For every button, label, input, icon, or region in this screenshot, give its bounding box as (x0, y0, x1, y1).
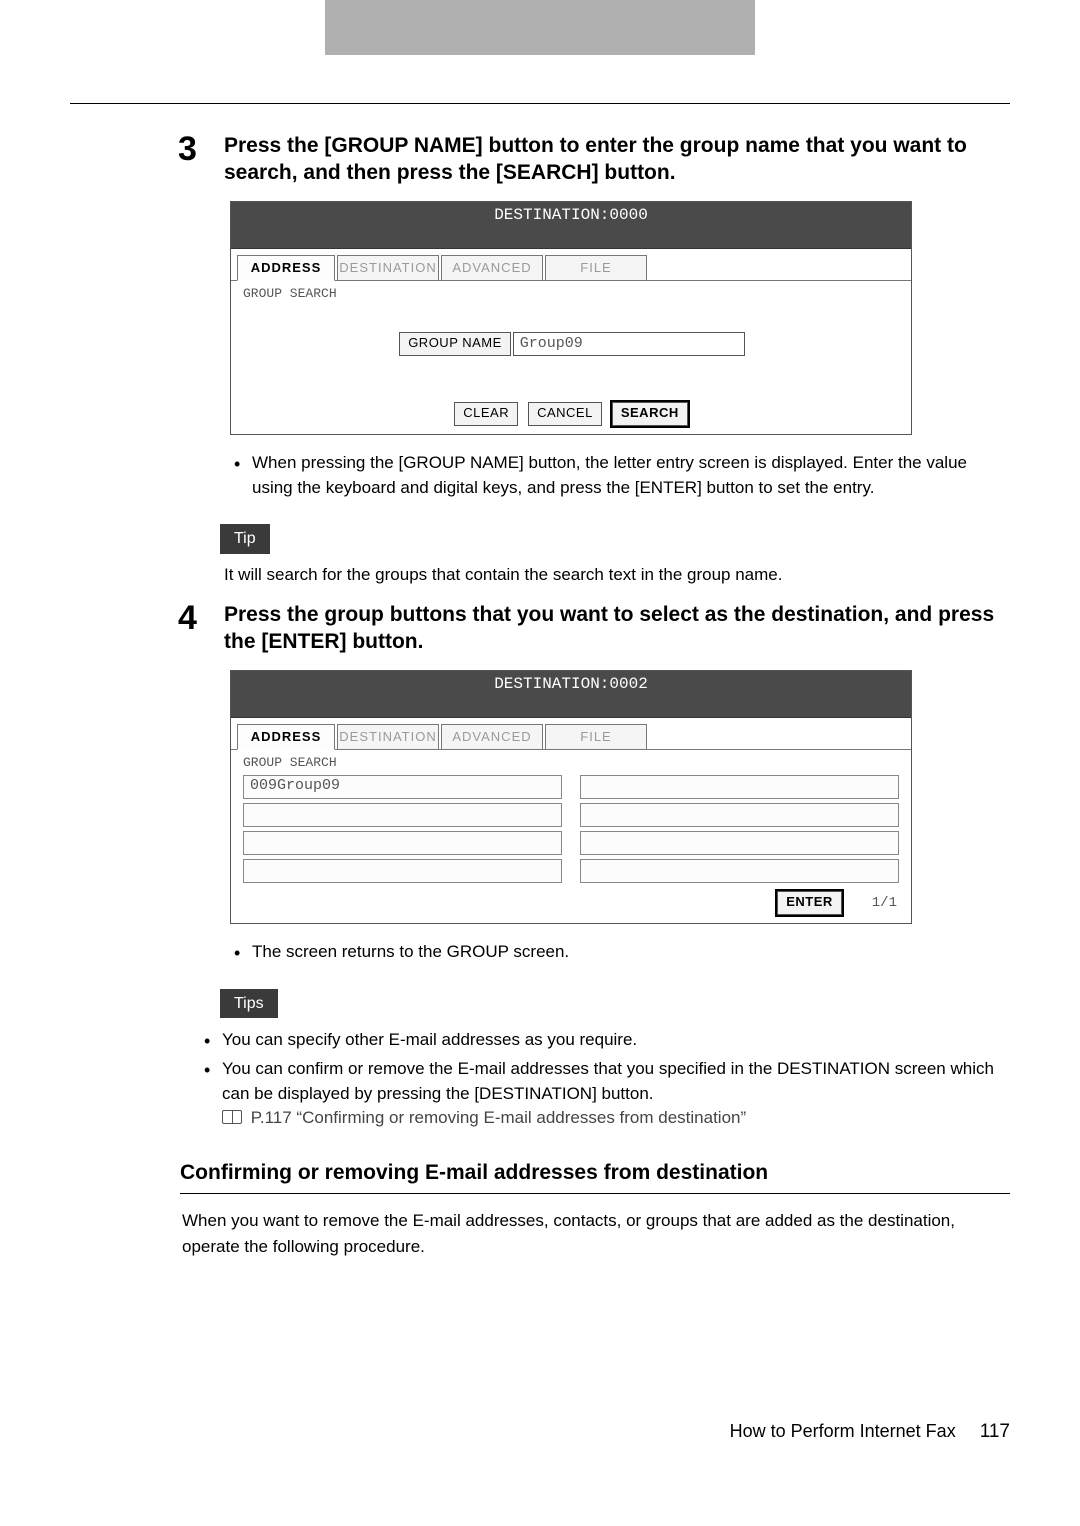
screenshot-panel-2: DESTINATION:0002 ADDRESS DESTINATION ADV… (230, 670, 912, 925)
step4-bullet-1: The screen returns to the GROUP screen. (230, 940, 1010, 965)
tab-row: ADDRESS DESTINATION ADVANCED FILE (231, 720, 911, 750)
result-cell[interactable] (243, 831, 562, 855)
tips-list: You can specify other E-mail addresses a… (200, 1028, 1010, 1131)
top-rule (70, 103, 1010, 104)
group-search-label: GROUP SEARCH (243, 754, 911, 772)
tab-address[interactable]: ADDRESS (237, 724, 335, 750)
page: 3 Press the [GROUP NAME] button to enter… (0, 0, 1080, 1505)
step-3: 3 Press the [GROUP NAME] button to enter… (178, 132, 1010, 187)
result-cell[interactable] (243, 803, 562, 827)
panel-title-pad (231, 697, 911, 718)
clear-button[interactable]: CLEAR (454, 402, 518, 426)
step-4: 4 Press the group buttons that you want … (178, 601, 1010, 656)
group-name-field[interactable]: Group09 (513, 332, 745, 356)
tab-destination[interactable]: DESTINATION (337, 724, 439, 750)
result-cell[interactable] (580, 831, 899, 855)
result-cell[interactable] (243, 859, 562, 883)
tip-badge: Tip (220, 524, 270, 554)
step3-bullet-1: When pressing the [GROUP NAME] button, t… (230, 451, 1010, 500)
group-name-button[interactable]: GROUP NAME (399, 332, 511, 356)
result-cell[interactable] (580, 775, 899, 799)
step4-bullets: The screen returns to the GROUP screen. (230, 940, 1010, 965)
group-name-row: GROUP NAME Group09 (231, 332, 911, 356)
header-grey-bar (325, 0, 755, 55)
panel-title-pad (231, 228, 911, 249)
result-grid: 009Group09 (243, 775, 899, 883)
enter-button[interactable]: ENTER (777, 891, 842, 915)
page-footer: How to Perform Internet Fax 117 (70, 1419, 1010, 1445)
enter-row: ENTER 1/1 (231, 885, 911, 923)
cancel-button[interactable]: CANCEL (528, 402, 602, 426)
tip-text: It will search for the groups that conta… (224, 564, 1010, 587)
tips-item-1: You can specify other E-mail addresses a… (200, 1028, 1010, 1053)
screenshot-panel-1: DESTINATION:0000 ADDRESS DESTINATION ADV… (230, 201, 912, 436)
result-cell[interactable] (580, 803, 899, 827)
search-button[interactable]: SEARCH (612, 402, 688, 426)
panel-title: DESTINATION:0000 (231, 202, 911, 228)
step-number: 3 (178, 132, 224, 187)
tab-file[interactable]: FILE (545, 724, 647, 750)
footer-label: How to Perform Internet Fax (730, 1419, 956, 1443)
step-heading: Press the group buttons that you want to… (224, 601, 1010, 656)
tab-address[interactable]: ADDRESS (237, 255, 335, 281)
section-title: Confirming or removing E-mail addresses … (180, 1159, 1010, 1187)
panel-title: DESTINATION:0002 (231, 671, 911, 697)
book-reference: P.117 “Confirming or removing E-mail add… (222, 1108, 746, 1127)
step-number: 4 (178, 601, 224, 656)
tips-item-2-text: You can confirm or remove the E-mail add… (222, 1059, 994, 1103)
tab-destination[interactable]: DESTINATION (337, 255, 439, 281)
tab-file[interactable]: FILE (545, 255, 647, 281)
tab-advanced[interactable]: ADVANCED (441, 724, 543, 750)
step3-bullets: When pressing the [GROUP NAME] button, t… (230, 451, 1010, 500)
tips-badge: Tips (220, 989, 278, 1019)
section-paragraph: When you want to remove the E-mail addre… (182, 1208, 1010, 1259)
result-col-right (580, 775, 899, 883)
action-row: CLEAR CANCEL SEARCH (231, 396, 911, 434)
tab-advanced[interactable]: ADVANCED (441, 255, 543, 281)
page-counter: 1/1 (872, 894, 897, 913)
book-icon (222, 1110, 242, 1124)
result-col-left: 009Group09 (243, 775, 562, 883)
result-cell[interactable] (580, 859, 899, 883)
step-heading: Press the [GROUP NAME] button to enter t… (224, 132, 1010, 187)
book-reference-text: P.117 “Confirming or removing E-mail add… (251, 1108, 746, 1127)
tab-row: ADDRESS DESTINATION ADVANCED FILE (231, 251, 911, 281)
footer-page-number: 117 (980, 1419, 1010, 1445)
group-search-label: GROUP SEARCH (243, 285, 911, 303)
tips-item-2: You can confirm or remove the E-mail add… (200, 1057, 1010, 1131)
section-rule (180, 1193, 1010, 1194)
result-cell[interactable]: 009Group09 (243, 775, 562, 799)
